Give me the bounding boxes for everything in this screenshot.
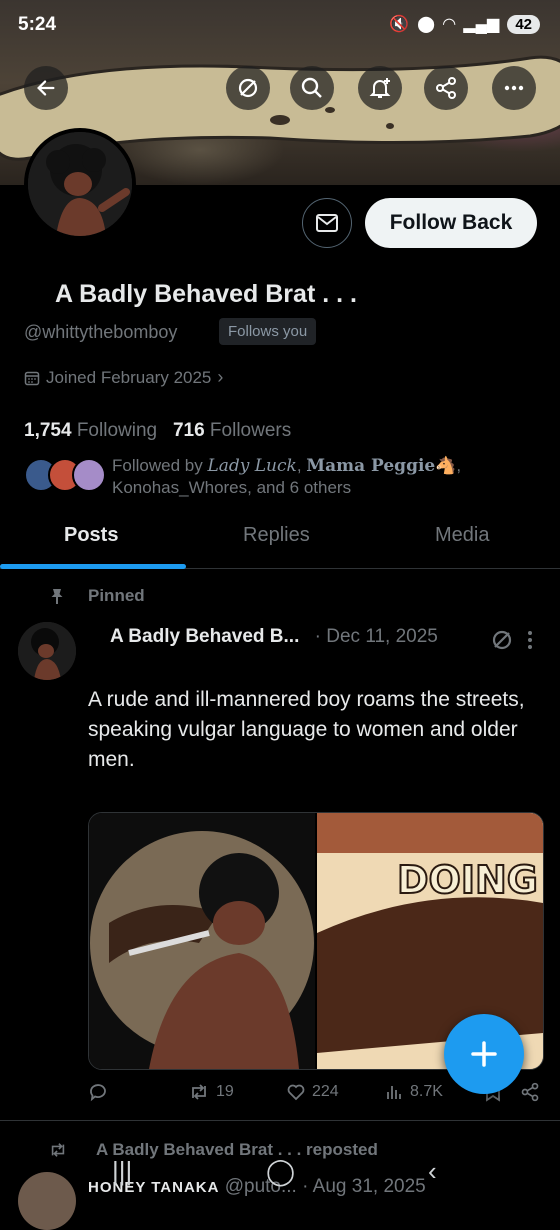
heart-icon	[287, 1084, 305, 1101]
followed-by-text: Followed by Lady Luck, Mama Peggie🐴, Kon…	[112, 456, 462, 497]
signal-icon: ▂▄▆	[463, 16, 500, 33]
status-time: 5:24	[18, 14, 57, 35]
avatar-illustration	[18, 622, 76, 680]
tab-posts[interactable]: Posts	[64, 524, 118, 547]
post-avatar[interactable]	[18, 622, 76, 680]
tab-media[interactable]: Media	[435, 524, 489, 547]
search-button[interactable]	[290, 66, 334, 110]
compose-button[interactable]	[444, 1014, 524, 1094]
search-icon	[301, 77, 322, 98]
repost-icon	[192, 1084, 206, 1100]
mute-icon: 🔇	[389, 16, 410, 33]
profile-tabs: Posts Replies Media	[0, 510, 560, 569]
grok-icon[interactable]	[490, 628, 514, 652]
followers-label: Followers	[209, 420, 292, 441]
repost-button[interactable]: 19	[188, 1082, 234, 1102]
system-nav-bar: ||| ◯ ‹	[0, 1150, 560, 1200]
share-post-button[interactable]	[520, 1082, 540, 1102]
post-text: A rude and ill-mannered boy roams the st…	[88, 688, 525, 771]
grok-button[interactable]	[226, 66, 270, 110]
followed-by-rest: Konohas_Whores, and 6 others	[112, 478, 352, 497]
views-button[interactable]: 8.7K	[384, 1082, 443, 1102]
more-button[interactable]	[492, 66, 536, 110]
battery-icon: 42	[507, 14, 540, 34]
media-image-1[interactable]	[89, 813, 315, 1069]
followed-by-avatars	[24, 458, 106, 492]
active-tab-indicator	[0, 564, 186, 569]
share-button[interactable]	[424, 66, 468, 110]
followed-by[interactable]: Followed by Lady Luck, Mama Peggie🐴, Kon…	[24, 455, 544, 499]
home-icon[interactable]: ◯	[266, 1156, 295, 1187]
post-header: A Badly Behaved B... · Dec 11, 2025	[110, 626, 438, 648]
joined-text: Joined February 2025	[46, 367, 212, 387]
follows-you-badge: Follows you	[219, 318, 317, 345]
calendar-icon	[24, 371, 40, 385]
avatar-illustration	[28, 132, 132, 236]
back-nav-icon[interactable]: ‹	[428, 1156, 437, 1187]
plus-icon	[471, 1041, 497, 1067]
profile-stats: 1,754 Following 716 Followers	[24, 420, 291, 442]
following-label: Following	[76, 420, 158, 441]
like-button[interactable]: 224	[286, 1082, 339, 1102]
followers-count: 716	[172, 420, 205, 441]
share-icon	[436, 77, 456, 99]
chevron-right-icon: ›	[217, 367, 224, 387]
pinned-label: Pinned	[88, 586, 145, 605]
more-dots-icon	[504, 85, 524, 91]
pin-icon	[51, 589, 63, 604]
views-count: 8.7K	[410, 1083, 443, 1100]
bell-plus-icon	[369, 78, 391, 98]
reply-button[interactable]	[88, 1082, 108, 1102]
profile-name: A Badly Behaved Brat . . .	[55, 280, 357, 308]
status-icons: 🔇 ⬤ ◠ ▂▄▆ 42	[389, 14, 540, 34]
followed-by-name: Lady Luck	[207, 456, 297, 476]
grok-icon	[238, 78, 258, 98]
joined-date[interactable]: Joined February 2025 ›	[24, 367, 223, 388]
recent-apps-icon[interactable]: |||	[112, 1156, 132, 1187]
follow-back-button[interactable]: Follow Back	[365, 198, 537, 248]
like-count: 224	[312, 1083, 339, 1100]
pinned-indicator: Pinned	[48, 586, 145, 606]
post-date[interactable]: · Dec 11, 2025	[315, 626, 438, 647]
location-icon: ⬤	[417, 16, 436, 33]
message-button[interactable]	[302, 198, 352, 248]
envelope-icon	[316, 214, 338, 232]
avatar	[72, 458, 106, 492]
post-author[interactable]: A Badly Behaved B...	[110, 626, 299, 647]
post-more-icon[interactable]	[524, 628, 536, 652]
following-link[interactable]: 1,754 Following	[24, 420, 157, 441]
repost-count: 19	[216, 1083, 234, 1100]
followed-by-name: Mama Peggie🐴	[306, 456, 457, 476]
profile-handle: @whittythebomboy	[24, 322, 178, 342]
status-bar: 5:24 🔇 ⬤ ◠ ▂▄▆ 42	[0, 0, 560, 50]
followers-link[interactable]: 716 Followers	[173, 420, 291, 441]
back-button[interactable]	[24, 66, 68, 110]
following-count: 1,754	[24, 420, 72, 441]
media-illustration	[90, 831, 314, 1069]
notify-button[interactable]	[358, 66, 402, 110]
media-sound-effect: DOING	[397, 858, 538, 902]
views-chart-icon	[387, 1086, 401, 1099]
profile-avatar[interactable]	[24, 128, 136, 240]
followed-by-prefix: Followed by	[112, 456, 203, 475]
wifi-icon: ◠	[443, 16, 456, 33]
post-divider	[0, 1120, 560, 1121]
tab-replies[interactable]: Replies	[243, 524, 310, 547]
share-icon	[521, 1082, 539, 1102]
arrow-left-icon	[37, 80, 55, 96]
reply-icon	[90, 1084, 106, 1102]
